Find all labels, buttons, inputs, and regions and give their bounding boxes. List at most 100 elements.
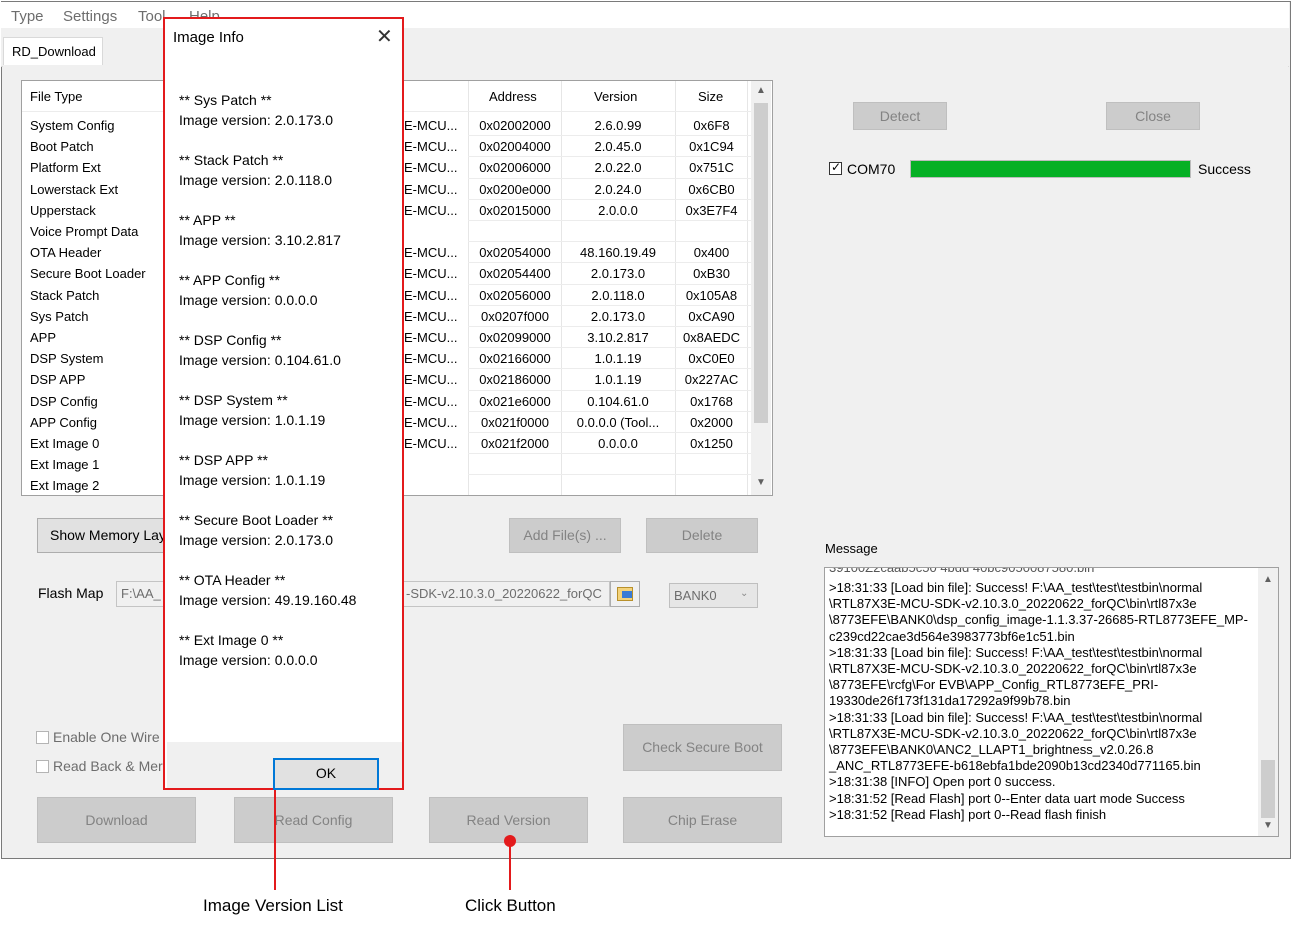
cell-file-path: E-MCU...	[404, 266, 458, 282]
add-files-button[interactable]: Add File(s) ...	[509, 518, 621, 553]
scroll-thumb[interactable]	[1261, 760, 1275, 818]
cell-file-path: E-MCU...	[404, 351, 458, 367]
close-button[interactable]: Close	[1106, 102, 1200, 130]
cell-address: 0x02186000	[479, 372, 551, 388]
cell-size: 0xB30	[693, 266, 730, 282]
image-entry-header: ** DSP APP **	[179, 452, 268, 468]
chevron-down-icon: ⌄	[740, 588, 749, 599]
download-button[interactable]: Download	[37, 797, 196, 843]
dialog-footer: OK	[167, 742, 402, 790]
tab-rd-download[interactable]: RD_Download	[3, 37, 103, 65]
read-back-merge-checkbox[interactable]	[36, 760, 49, 773]
port-checkbox[interactable]: ✓	[829, 160, 842, 175]
image-entry-header: ** OTA Header **	[179, 572, 286, 588]
cell-version: 2.0.118.0	[591, 287, 645, 303]
annotation-line-click-button	[509, 842, 511, 890]
flash-map-path-right[interactable]: -SDK-v2.10.3.0_20220622_forQC	[400, 581, 610, 607]
cell-file-type: Ext Image 0	[30, 436, 100, 451]
message-line: >18:31:33 [Load bin file]: Success! F:\A…	[829, 644, 1203, 660]
image-entry-version: Image version: 0.0.0.0	[179, 292, 318, 308]
annotation-line-version-list	[274, 790, 276, 890]
message-line: >18:31:33 [Load bin file]: Success! F:\A…	[829, 580, 1203, 595]
cell-version: 2.0.22.0	[594, 160, 642, 176]
cell-address: 0x021e6000	[479, 393, 551, 409]
menu-type[interactable]: Type	[11, 8, 44, 25]
read-back-merge-label: Read Back & Merg	[53, 758, 171, 774]
cell-file-type: DSP Config	[30, 393, 98, 409]
detect-button[interactable]: Detect	[853, 102, 947, 130]
cell-size: 0x751C	[689, 160, 734, 176]
cell-file-type: OTA Header	[30, 245, 102, 261]
message-line: \8773EFE\BANK0\dsp_config_image-1.1.3.37…	[829, 612, 1248, 628]
cell-version: 0.0.0.0 (Tool...	[576, 414, 660, 430]
message-scrollbar[interactable]: ▲ ▼	[1258, 568, 1278, 836]
cell-file-path: E-MCU...	[404, 160, 458, 176]
col-header-address[interactable]: Address	[489, 89, 537, 104]
ok-button[interactable]: OK	[273, 758, 379, 790]
image-entry-version: Image version: 0.0.0.0	[179, 652, 318, 668]
bank-select[interactable]: BANK0 ⌄	[669, 583, 758, 608]
scroll-down-icon[interactable]: ▼	[1263, 820, 1273, 831]
cell-version: 2.0.24.0	[594, 181, 642, 197]
image-entry-header: ** APP **	[179, 212, 236, 228]
image-entry-header: ** Stack Patch **	[179, 152, 284, 168]
cell-version: 2.0.45.0	[594, 139, 642, 155]
scroll-up-icon[interactable]: ▲	[1263, 574, 1273, 585]
image-entry-header: ** Ext Image 0 **	[179, 632, 284, 648]
cell-address: 0x02054000	[479, 245, 551, 261]
list-scrollbar[interactable]: ▲ ▼	[751, 81, 771, 495]
image-entry-version: Image version: 1.0.1.19	[179, 412, 326, 428]
enable-one-wire-checkbox[interactable]	[36, 731, 49, 744]
message-log[interactable]: 39100Z2caab5c50 4bdd 40bc9050087580.bin …	[824, 567, 1279, 837]
image-entry-header: ** Sys Patch **	[179, 92, 272, 108]
cell-version: 2.0.173.0	[590, 266, 646, 282]
image-entry-version: Image version: 0.104.61.0	[179, 352, 341, 368]
image-entry-version: Image version: 3.10.2.817	[179, 232, 341, 248]
cell-version: 2.0.0.0	[598, 202, 638, 218]
close-icon[interactable]: ✕	[376, 24, 393, 49]
chip-erase-button[interactable]: Chip Erase	[623, 797, 782, 843]
cell-size: 0x1250	[690, 436, 733, 451]
image-info-dialog: Image Info ✕ ** Sys Patch ** Image versio…	[163, 17, 404, 790]
col-header-version[interactable]: Version	[594, 89, 637, 104]
cell-file-type: Lowerstack Ext	[30, 181, 119, 197]
image-entry-version: Image version: 1.0.1.19	[179, 472, 326, 488]
scroll-down-icon[interactable]: ▼	[756, 477, 766, 488]
cell-file-path: E-MCU...	[404, 414, 458, 430]
message-line: \8773EFE\BANK0\ANC2_LLAPT1_brightness_v2…	[829, 742, 1154, 757]
image-entry-version: Image version: 2.0.173.0	[179, 112, 334, 128]
cell-size: 0x400	[693, 245, 730, 261]
delete-button[interactable]: Delete	[646, 518, 758, 553]
menu-tool[interactable]: Tool	[138, 8, 166, 25]
port-name: COM70	[847, 161, 896, 177]
col-header-file-type[interactable]: File Type	[30, 89, 83, 104]
message-line: >18:31:38 [INFO] Open port 0 success.	[829, 774, 1056, 790]
cell-version: 0.104.61.0	[587, 393, 649, 409]
cell-file-path: E-MCU...	[404, 330, 458, 345]
image-entry-version: Image version: 49.19.160.48	[179, 592, 357, 608]
cell-version: 48.160.19.49	[580, 245, 656, 261]
image-entry-header: ** APP Config **	[179, 272, 280, 288]
check-secure-boot-button[interactable]: Check Secure Boot	[623, 724, 782, 771]
cell-address: 0x02004000	[479, 139, 551, 155]
menu-settings[interactable]: Settings	[63, 8, 117, 25]
image-entry-version: Image version: 2.0.118.0	[179, 172, 333, 188]
cell-file-path: E-MCU...	[404, 436, 458, 451]
scroll-thumb[interactable]	[754, 103, 768, 423]
message-line: >18:31:52 [Read Flash] port 0--Enter dat…	[829, 790, 1185, 806]
message-line: c239cd22cae3d564e3983773bf6e1c51.bin	[829, 628, 1075, 644]
cell-size: 0x3E7F4	[685, 202, 738, 218]
scroll-up-icon[interactable]: ▲	[756, 85, 766, 96]
cell-file-path: E-MCU...	[404, 139, 458, 155]
cell-size: 0x227AC	[684, 372, 739, 388]
enable-one-wire-label: Enable One Wire D	[53, 729, 174, 745]
read-config-button[interactable]: Read Config	[234, 797, 393, 843]
cell-address: 0x021f2000	[481, 436, 549, 451]
cell-file-path: E-MCU...	[404, 287, 458, 303]
col-header-size[interactable]: Size	[698, 89, 723, 104]
cell-file-type: Upperstack	[30, 202, 96, 218]
progress-bar	[910, 160, 1191, 178]
browse-button[interactable]	[610, 581, 640, 607]
cell-version: 2.0.173.0	[590, 308, 646, 324]
cell-file-path: E-MCU...	[404, 393, 458, 409]
